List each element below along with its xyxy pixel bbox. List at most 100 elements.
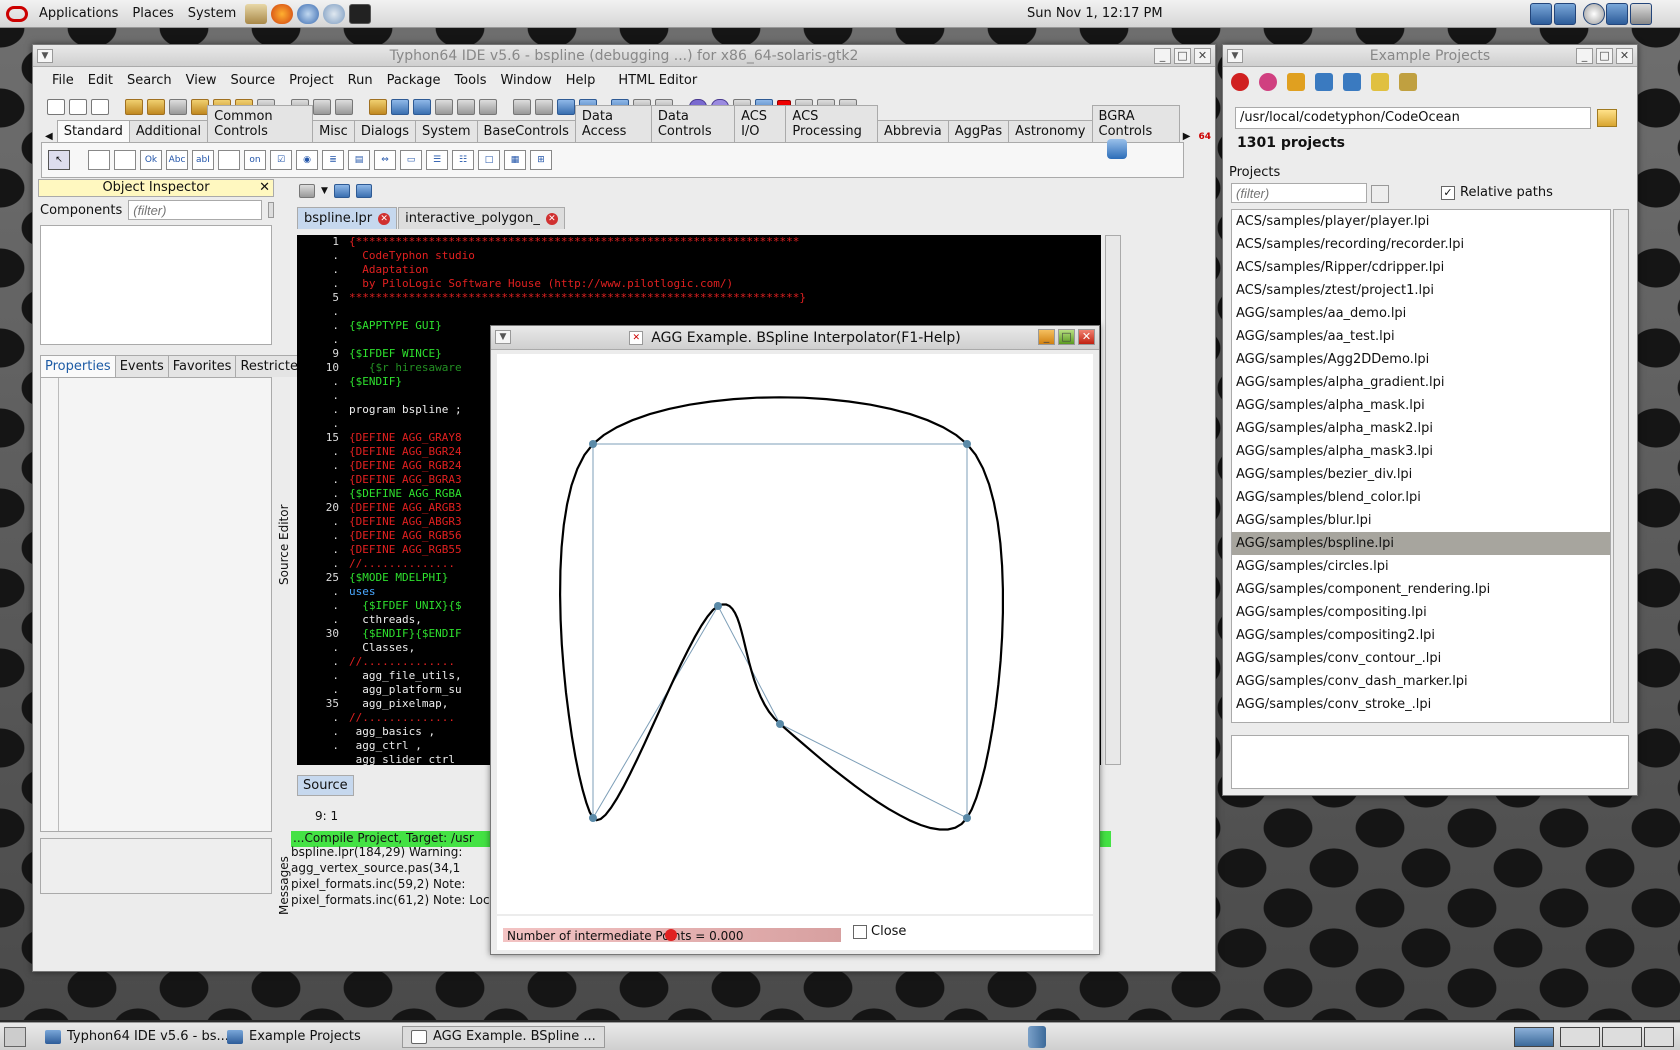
volume-icon[interactable] [1630, 3, 1652, 25]
tradiobutton-icon[interactable]: ◉ [296, 150, 318, 170]
tradiogroup-icon[interactable]: ☰ [426, 150, 448, 170]
menu-html-editor[interactable]: HTML Editor [602, 73, 704, 88]
palette-download-icon[interactable] [1107, 139, 1127, 159]
tcheckbox-icon[interactable]: ☑ [270, 150, 292, 170]
message-item[interactable]: bspline.lpr(184,29) Warning: [291, 845, 462, 859]
projects-filter-input[interactable] [1231, 183, 1367, 203]
add-to-project-icon[interactable] [413, 99, 431, 115]
menu-search[interactable]: Search [120, 73, 179, 88]
save-all-icon[interactable] [313, 99, 331, 115]
view-forms-icon[interactable] [457, 99, 475, 115]
close-checkbox[interactable]: Close [853, 924, 906, 939]
refresh-icon[interactable] [1259, 73, 1277, 91]
menu-view[interactable]: View [179, 73, 224, 88]
palette-tab-data-controls[interactable]: Data Controls [650, 105, 736, 142]
project-list-item[interactable]: AGG/samples/bspline.lpi [1232, 532, 1610, 555]
project-list-item[interactable]: AGG/samples/conv_dash_marker.lpi [1232, 670, 1610, 693]
menu-file[interactable]: File [45, 73, 81, 88]
project-list-item[interactable]: AGG/samples/compositing2.lpi [1232, 624, 1610, 647]
tgroupbox-icon[interactable]: ▭ [400, 150, 422, 170]
slider-handle[interactable] [665, 929, 677, 941]
home-folder-icon[interactable] [245, 3, 268, 24]
minimize-button[interactable]: _ [1038, 329, 1055, 345]
tcheckgroup-icon[interactable]: ☷ [452, 150, 474, 170]
new-form-icon[interactable] [69, 99, 87, 115]
open-project-icon[interactable] [147, 99, 165, 115]
view-units-icon[interactable] [435, 99, 453, 115]
close-button[interactable]: ✕ [1078, 329, 1095, 345]
distro-logo-icon[interactable] [6, 5, 28, 22]
firefox-icon[interactable] [271, 3, 294, 24]
palette-tab-misc[interactable]: Misc [312, 120, 355, 142]
project-list-item[interactable]: AGG/samples/blend_color.lpi [1232, 486, 1610, 509]
menu-run[interactable]: Run [341, 73, 380, 88]
menu-help[interactable]: Help [559, 73, 603, 88]
filter-icon[interactable] [1371, 185, 1389, 203]
network-tray-icon[interactable] [1554, 3, 1576, 25]
filter-clear-icon[interactable] [268, 202, 274, 218]
jump-forward-icon[interactable] [355, 184, 372, 198]
project-list-item[interactable]: AGG/samples/component_rendering.lpi [1232, 578, 1610, 601]
tlabel-icon[interactable]: Abc [166, 150, 188, 170]
tframe-icon[interactable]: ▦ [504, 150, 526, 170]
tactionlist-icon[interactable]: ⊞ [530, 150, 552, 170]
project-list-item[interactable]: AGG/samples/conv_contour_.lpi [1232, 647, 1610, 670]
minimize-button[interactable]: _ [1154, 48, 1171, 64]
close-icon[interactable]: ✕ [259, 180, 270, 196]
window-menu-icon[interactable]: ▼ [1227, 49, 1243, 63]
project-list-item[interactable]: AGG/samples/alpha_mask2.lpi [1232, 417, 1610, 440]
maximize-button[interactable]: □ [1174, 48, 1191, 64]
close-button[interactable]: ✕ [1616, 48, 1633, 64]
relative-paths-checkbox[interactable]: ✓ Relative paths [1441, 185, 1553, 200]
control-point[interactable] [589, 440, 597, 448]
palette-right-arrow-icon[interactable]: ▶ [1179, 131, 1195, 142]
compile-icon[interactable] [513, 99, 531, 115]
palette-tab-standard[interactable]: Standard [56, 120, 130, 142]
tab-favorites[interactable]: Favorites [167, 355, 237, 377]
project-list-item[interactable]: AGG/samples/alpha_mask.lpi [1232, 394, 1610, 417]
task-ide[interactable]: Typhon64 IDE v5.6 - bs... [36, 1026, 238, 1048]
menu-package[interactable]: Package [380, 73, 448, 88]
tab-events[interactable]: Events [114, 355, 169, 377]
workspace-switcher[interactable] [1514, 1027, 1554, 1047]
system-menu[interactable]: System [181, 6, 243, 21]
build-example-icon[interactable] [1399, 73, 1417, 91]
project-list-item[interactable]: AGG/samples/bezier_div.lpi [1232, 463, 1610, 486]
close-tab-icon[interactable]: ✕ [545, 212, 558, 225]
control-point[interactable] [963, 814, 971, 822]
palette-tab-data-access[interactable]: Data Access [574, 105, 652, 142]
tbutton-icon[interactable]: Ok [140, 150, 162, 170]
palette-tab-system[interactable]: System [415, 120, 478, 142]
remove-project-icon[interactable] [1343, 73, 1361, 91]
tmemo-icon[interactable] [218, 150, 240, 170]
palette-tab-additional[interactable]: Additional [128, 120, 209, 142]
minimize-button[interactable]: _ [1576, 48, 1593, 64]
project-list-item[interactable]: AGG/samples/circles.lpi [1232, 555, 1610, 578]
project-list-item[interactable]: AGG/samples/aa_demo.lpi [1232, 302, 1610, 325]
tpanel-icon[interactable]: □ [478, 150, 500, 170]
project-list-item[interactable]: AGG/samples/alpha_gradient.lpi [1232, 371, 1610, 394]
maximize-button[interactable]: □ [1058, 329, 1075, 345]
build-modes-icon[interactable] [557, 99, 575, 115]
tscrollbar-icon[interactable]: ⇔ [374, 150, 396, 170]
project-list-item[interactable]: ACS/samples/recording/recorder.lpi [1232, 233, 1610, 256]
tmainmenu-icon[interactable] [88, 150, 110, 170]
project-inspector-icon[interactable] [391, 99, 409, 115]
show-desktop-icon[interactable] [4, 1027, 26, 1047]
clock[interactable]: Sun Nov 1, 12:17 PM [1027, 6, 1163, 21]
menu-project[interactable]: Project [282, 73, 340, 88]
task-example-projects[interactable]: Example Projects [218, 1026, 370, 1048]
palette-tab-dialogs[interactable]: Dialogs [353, 120, 417, 142]
project-list-item[interactable]: AGG/samples/aa_test.lpi [1232, 325, 1610, 348]
window-menu-icon[interactable]: ▼ [495, 330, 511, 344]
project-list-item[interactable]: ACS/samples/Ripper/cdripper.lpi [1232, 256, 1610, 279]
project-list-item[interactable]: ACS/samples/ztest/project1.lpi [1232, 279, 1610, 302]
palette-tab-basecontrols[interactable]: BaseControls [476, 120, 576, 142]
maximize-button[interactable]: □ [1596, 48, 1613, 64]
tpopupmenu-icon[interactable] [114, 150, 136, 170]
control-point[interactable] [589, 814, 597, 822]
project-list-item[interactable]: AGG/samples/conv_stroke_.lpi [1232, 693, 1610, 716]
build-icon[interactable] [535, 99, 553, 115]
project-list-item[interactable]: AGG/samples/compositing.lpi [1232, 601, 1610, 624]
close-button[interactable]: ✕ [1194, 48, 1211, 64]
